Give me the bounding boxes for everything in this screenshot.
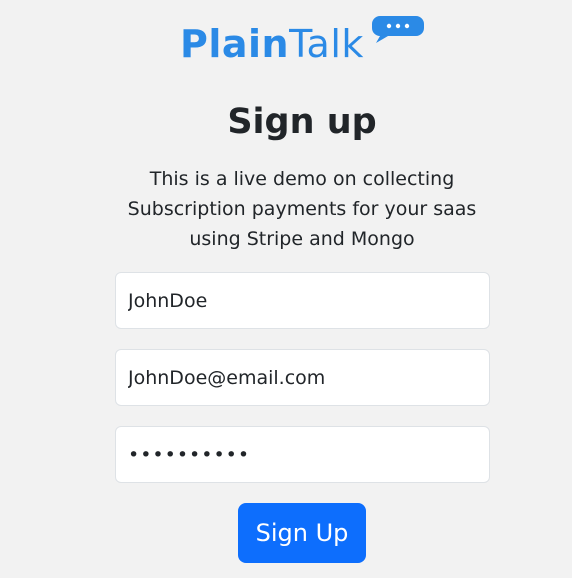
username-field[interactable]	[115, 272, 490, 329]
email-field[interactable]	[115, 349, 490, 406]
signup-page: PlainTalk Sign up This is a live demo on…	[0, 0, 572, 578]
page-title: Sign up	[227, 102, 377, 142]
brand-name-talk: Talk	[289, 22, 364, 66]
password-field[interactable]	[115, 426, 490, 483]
sign-up-button[interactable]: Sign Up	[238, 503, 366, 563]
brand-logo[interactable]: PlainTalk	[180, 14, 430, 66]
page-description: This is a live demo on collecting Subscr…	[127, 168, 477, 250]
brand-name-plain: Plain	[180, 22, 290, 66]
chat-bubble-icon	[372, 16, 424, 43]
brand-name: PlainTalk	[180, 22, 364, 66]
